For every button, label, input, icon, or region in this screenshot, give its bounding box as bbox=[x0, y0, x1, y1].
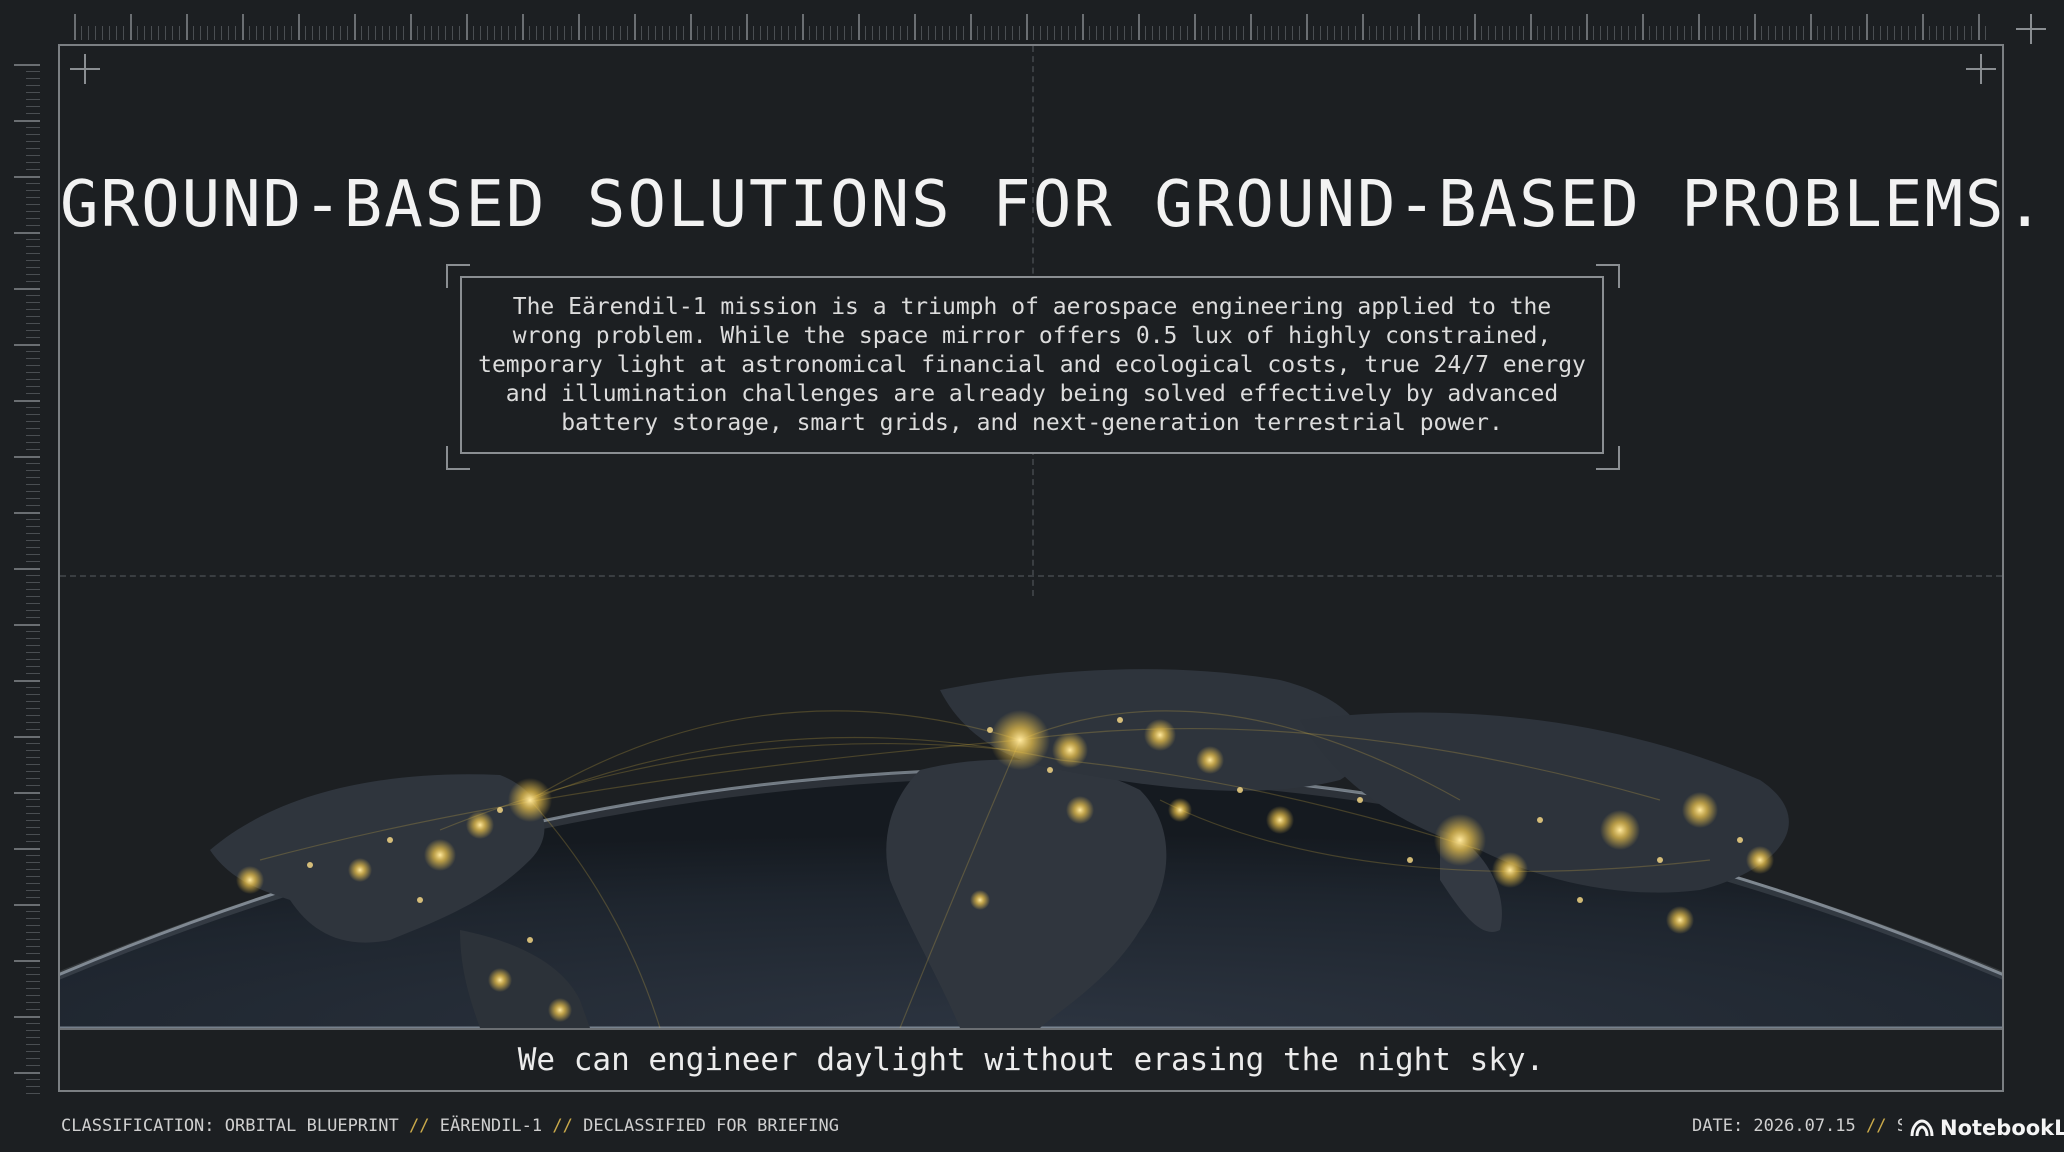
footer-classification: CLASSIFICATION: ORBITAL BLUEPRINT // EÄR… bbox=[61, 1116, 839, 1136]
footer-separator: // bbox=[552, 1116, 573, 1136]
top-ruler bbox=[74, 14, 1990, 40]
description-text: The Eärendil-1 mission is a triumph of a… bbox=[478, 293, 1586, 436]
brand-name: NotebookLM bbox=[1940, 1116, 2064, 1140]
horizontal-guide-line bbox=[60, 575, 2002, 577]
slide-title: GROUND-BASED SOLUTIONS FOR GROUND-BASED … bbox=[60, 168, 2047, 242]
earth-globe-illustration bbox=[60, 669, 2002, 1028]
earth-night-image bbox=[60, 600, 2002, 1028]
slide-caption: We can engineer daylight without erasing… bbox=[517, 1042, 1545, 1078]
crosshair-corner-icon bbox=[2016, 14, 2046, 44]
left-ruler bbox=[14, 64, 40, 1094]
status-label: DECLASSIFIED FOR BRIEFING bbox=[583, 1116, 839, 1136]
crosshair-top-right-icon bbox=[1966, 54, 1996, 84]
footer-separator: // bbox=[409, 1116, 430, 1136]
description-box: The Eärendil-1 mission is a triumph of a… bbox=[460, 276, 1604, 454]
crosshair-top-left-icon bbox=[70, 54, 100, 84]
notebooklm-brand: NotebookLM bbox=[1902, 1108, 2064, 1148]
footer-separator: // bbox=[1866, 1116, 1887, 1136]
classification-label: CLASSIFICATION: ORBITAL BLUEPRINT bbox=[61, 1116, 399, 1136]
mission-label: EÄRENDIL-1 bbox=[439, 1116, 543, 1136]
notebooklm-logo-icon bbox=[1910, 1119, 1934, 1137]
caption-bar: We can engineer daylight without erasing… bbox=[60, 1028, 2002, 1090]
date-label: DATE: 2026.07.15 bbox=[1692, 1116, 1856, 1136]
footer-date: DATE: 2026.07.15 // S bbox=[1692, 1116, 1907, 1136]
